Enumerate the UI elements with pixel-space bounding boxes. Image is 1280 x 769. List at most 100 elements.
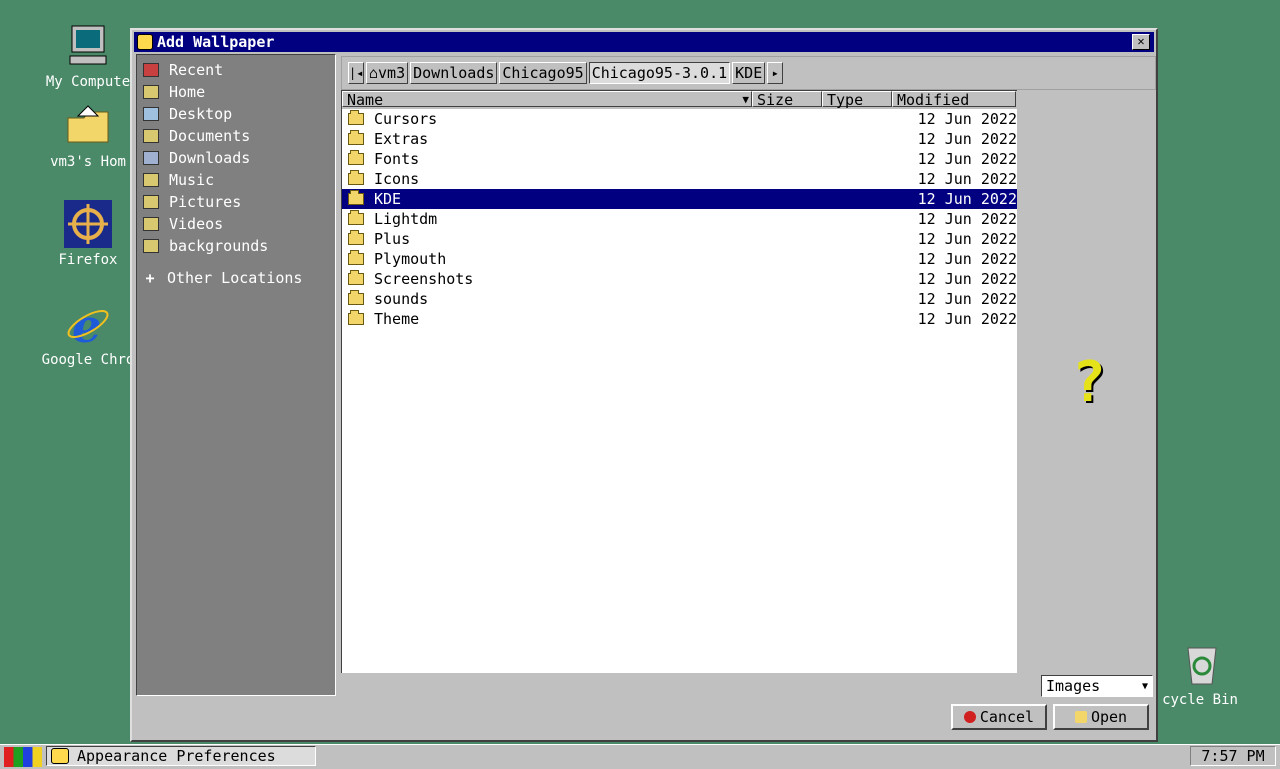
file-list: Name ▼ Size Type Modified Cursors 12 Jun 2… [341, 90, 1017, 673]
file-name: Plymouth [374, 250, 447, 268]
documents-icon [143, 129, 159, 143]
file-name: Plus [374, 230, 411, 248]
file-name-cell: Extras [342, 130, 900, 148]
sidebar-item-videos[interactable]: Videos [137, 213, 335, 235]
sidebar-separator [137, 257, 335, 267]
path-scroll-right-button[interactable]: ▸ [767, 62, 784, 84]
file-modified: 12 Jun 2022 [917, 290, 1017, 308]
sidebar-item-downloads[interactable]: Downloads [137, 147, 335, 169]
column-header-size[interactable]: Size [752, 91, 822, 108]
desktop-icon-label: cycle Bin [1162, 692, 1238, 708]
file-modified: 12 Jun 2022 [917, 230, 1017, 248]
file-name-cell: Screenshots [342, 270, 900, 288]
file-name: Cursors [374, 110, 438, 128]
file-modified: 12 Jun 2022 [917, 210, 1017, 228]
file-row[interactable]: Plymouth 12 Jun 2022 [342, 249, 1017, 269]
close-button[interactable]: ✕ [1132, 34, 1150, 50]
desktop-icon-label: My Compute [45, 74, 131, 90]
desktop-icon-label: Firefox [58, 252, 118, 268]
dialog-app-icon [137, 34, 153, 50]
path-segment-label: vm3 [378, 64, 406, 82]
file-row[interactable]: Extras 12 Jun 2022 [342, 129, 1017, 149]
file-name-cell: Plus [342, 230, 900, 248]
column-headers: Name ▼ Size Type Modified [342, 91, 1017, 109]
folder-icon [348, 190, 364, 205]
home-folder-icon [64, 102, 112, 150]
sidebar-item-home[interactable]: Home [137, 81, 335, 103]
sidebar-item-label: Downloads [169, 149, 251, 167]
column-header-type[interactable]: Type [822, 91, 892, 108]
file-name: Lightdm [374, 210, 438, 228]
file-modified: 12 Jun 2022 [917, 310, 1017, 328]
path-segment-chicago95-3-0-1[interactable]: Chicago95-3.0.1 [588, 62, 731, 84]
sidebar-item-desktop[interactable]: Desktop [137, 103, 335, 125]
sidebar-item-label: Documents [169, 127, 251, 145]
folder-icon [348, 170, 364, 185]
path-segment-downloads[interactable]: Downloads [410, 62, 498, 84]
file-name: Theme [374, 310, 420, 328]
sidebar-item-documents[interactable]: Documents [137, 125, 335, 147]
path-segment-chicago95[interactable]: Chicago95 [499, 62, 587, 84]
sidebar-item-music[interactable]: Music [137, 169, 335, 191]
file-modified: 12 Jun 2022 [917, 190, 1017, 208]
places-sidebar: Recent Home Desktop Documents Downloads … [136, 54, 336, 696]
file-row[interactable]: Lightdm 12 Jun 2022 [342, 209, 1017, 229]
folder-icon [348, 110, 364, 125]
open-button-label: Open [1090, 708, 1128, 726]
browser-icon: e [64, 299, 112, 353]
recycle-bin-icon [1176, 640, 1224, 688]
folder-icon [348, 230, 364, 245]
start-button[interactable] [4, 747, 42, 767]
recent-icon [143, 63, 159, 77]
path-scroll-left-button[interactable]: |◂ [348, 62, 364, 84]
sidebar-item-pictures[interactable]: Pictures [137, 191, 335, 213]
desktop-icon-recycle-bin[interactable]: cycle Bin [1140, 640, 1260, 708]
file-row[interactable]: Plus 12 Jun 2022 [342, 229, 1017, 249]
file-modified: 12 Jun 2022 [917, 270, 1017, 288]
file-row[interactable]: Fonts 12 Jun 2022 [342, 149, 1017, 169]
sidebar-item-other-locations[interactable]: + Other Locations [137, 267, 335, 289]
open-button[interactable]: Open [1053, 704, 1149, 730]
plus-icon: + [145, 269, 155, 287]
appearance-app-icon [51, 748, 69, 764]
sidebar-item-backgrounds[interactable]: backgrounds [137, 235, 335, 257]
sidebar-item-recent[interactable]: Recent [137, 59, 335, 81]
file-name-cell: sounds [342, 290, 900, 308]
taskbar-item-label: Appearance Preferences [77, 747, 276, 765]
file-name-cell: Lightdm [342, 210, 900, 228]
file-row[interactable]: Screenshots 12 Jun 2022 [342, 269, 1017, 289]
folder-icon [348, 310, 364, 325]
filter-selected-value: Images [1046, 677, 1101, 695]
sort-descending-icon: ▼ [742, 93, 749, 106]
cancel-icon [963, 711, 976, 723]
sidebar-item-label: backgrounds [169, 237, 269, 255]
file-modified: 12 Jun 2022 [917, 250, 1017, 268]
cancel-button[interactable]: Cancel [951, 704, 1047, 730]
folder-icon [143, 239, 159, 253]
firefox-icon [64, 200, 112, 248]
file-row[interactable]: Theme 12 Jun 2022 [342, 309, 1017, 329]
folder-icon [348, 210, 364, 225]
file-row[interactable]: Cursors 12 Jun 2022 [342, 109, 1017, 129]
file-row[interactable]: sounds 12 Jun 2022 [342, 289, 1017, 309]
path-segment-vm3[interactable]: ⌂vm3 [366, 62, 409, 84]
path-segment-kde[interactable]: KDE [732, 62, 766, 84]
file-row[interactable]: Icons 12 Jun 2022 [342, 169, 1017, 189]
file-name: Extras [374, 130, 429, 148]
title-bar[interactable]: Add Wallpaper ✕ [134, 32, 1154, 52]
sidebar-item-label: Desktop [169, 105, 233, 123]
dialog-title: Add Wallpaper [157, 33, 275, 51]
column-header-name[interactable]: Name ▼ [342, 91, 752, 108]
taskbar: Appearance Preferences 7:57 PM [0, 744, 1280, 769]
file-name-cell: Icons [342, 170, 900, 188]
taskbar-item-appearance-preferences[interactable]: Appearance Preferences [46, 746, 316, 766]
sidebar-item-label: Pictures [169, 193, 242, 211]
file-name: Screenshots [374, 270, 474, 288]
system-clock: 7:57 PM [1190, 746, 1276, 766]
file-type-filter-select[interactable]: Images ▼ [1041, 675, 1153, 697]
svg-text:e: e [72, 300, 101, 348]
file-row[interactable]: KDE 12 Jun 2022 [342, 189, 1017, 209]
file-modified: 12 Jun 2022 [917, 110, 1017, 128]
column-header-modified[interactable]: Modified [892, 91, 1016, 108]
desktop-icon [143, 107, 159, 121]
